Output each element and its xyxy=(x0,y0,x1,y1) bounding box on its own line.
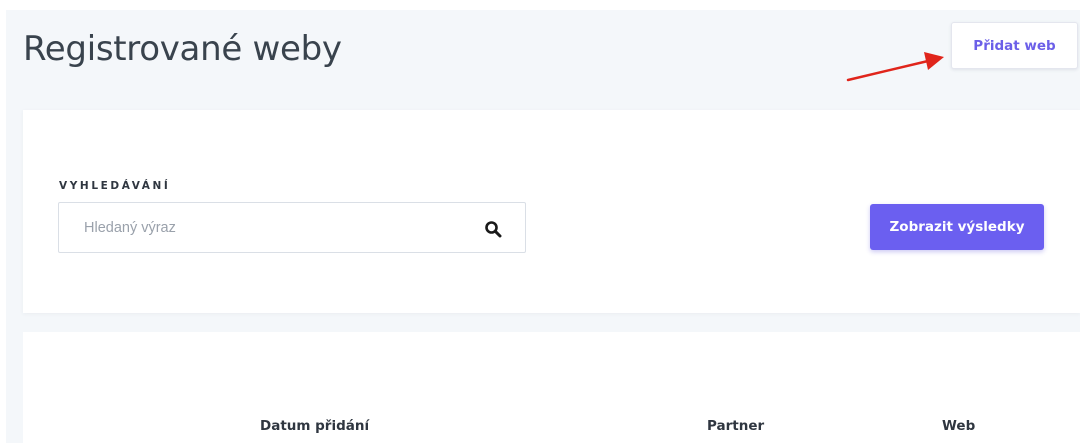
search-section-label: VYHLEDÁVÁNÍ xyxy=(59,180,171,192)
results-table: Datum přidání Partner Web xyxy=(23,332,1080,443)
search-input[interactable] xyxy=(59,203,459,252)
search-panel: VYHLEDÁVÁNÍ Zobrazit výsledky xyxy=(23,110,1080,313)
show-results-button[interactable]: Zobrazit výsledky xyxy=(870,204,1044,250)
add-web-button[interactable]: Přidat web xyxy=(951,22,1078,69)
column-header-partner[interactable]: Partner xyxy=(707,418,764,434)
search-icon[interactable] xyxy=(484,220,502,238)
column-header-date-added[interactable]: Datum přidání xyxy=(260,418,369,434)
column-header-web[interactable]: Web xyxy=(942,418,975,434)
page-title: Registrované weby xyxy=(23,29,342,69)
search-field xyxy=(58,202,526,253)
